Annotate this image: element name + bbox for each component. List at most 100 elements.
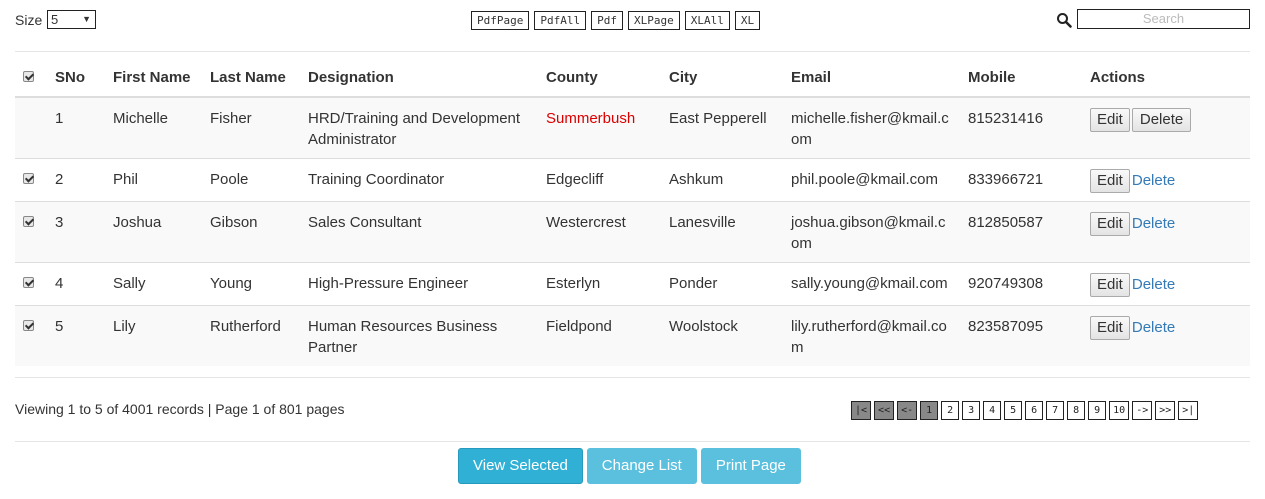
pager-next-block-button[interactable]: >> [1155, 401, 1176, 420]
chevron-down-icon: ▼ [82, 14, 91, 24]
edit-button[interactable]: Edit [1090, 169, 1130, 193]
table-row: 1 Michelle Fisher HRD/Training and Developm… [15, 96, 1250, 159]
size-label: Size [15, 12, 43, 28]
cell-last-name: Gibson [202, 201, 300, 263]
footer-divider [15, 441, 1250, 442]
cell-email: michelle.fisher@kmail.com [783, 96, 960, 159]
row-select-cell [15, 96, 47, 159]
table-header-row: SNo First Name Last Name Designation Cou… [15, 59, 1250, 98]
delete-link[interactable]: Delete [1132, 215, 1175, 232]
cell-designation: HRD/Training and Development Administrat… [300, 96, 538, 159]
pager-first-button[interactable]: |< [851, 401, 872, 420]
pager-last-button[interactable]: >| [1178, 401, 1199, 420]
pager-page-3[interactable]: 3 [962, 401, 981, 420]
cell-actions: Edit Delete [1082, 262, 1250, 306]
pager-prev-button[interactable]: <- [897, 401, 918, 420]
export-pdfpage-button[interactable]: PdfPage [471, 11, 530, 30]
table-row: 3 Joshua Gibson Sales Consultant Westercrest… [15, 201, 1250, 263]
export-xlpage-button[interactable]: XLPage [627, 11, 680, 30]
search-icon[interactable] [1056, 12, 1072, 28]
print-page-button[interactable]: Print Page [700, 448, 801, 484]
header-designation[interactable]: Designation [300, 59, 538, 98]
records-status: Viewing 1 to 5 of 4001 records | Page 1 … [15, 401, 345, 417]
pager-next-button[interactable]: -> [1132, 401, 1153, 420]
header-county[interactable]: County [538, 59, 661, 98]
cell-mobile: 833966721 [960, 158, 1082, 202]
cell-county: Edgecliff [538, 158, 661, 202]
pager-page-7[interactable]: 7 [1046, 401, 1065, 420]
row-select-cell [15, 305, 47, 366]
cell-county: Westercrest [538, 201, 661, 263]
row-checkbox[interactable] [23, 320, 34, 331]
export-pdfall-button[interactable]: PdfAll [534, 11, 587, 30]
cell-mobile: 920749308 [960, 262, 1082, 306]
delete-link[interactable]: Delete [1132, 319, 1175, 336]
edit-button[interactable]: Edit [1090, 273, 1130, 297]
change-list-button[interactable]: Change List [586, 448, 697, 484]
pager-page-4[interactable]: 4 [983, 401, 1002, 420]
row-select-cell [15, 201, 47, 263]
row-checkbox[interactable] [23, 173, 34, 184]
header-actions: Actions [1082, 59, 1250, 98]
cell-mobile: 823587095 [960, 305, 1082, 366]
header-email[interactable]: Email [783, 59, 960, 98]
pager-page-1[interactable]: 1 [920, 401, 939, 420]
export-xl-button[interactable]: XL [734, 11, 761, 30]
export-xlall-button[interactable]: XLAll [684, 11, 730, 30]
table-row: 5 Lily Rutherford Human Resources Business … [15, 305, 1250, 366]
cell-email: lily.rutherford@kmail.com [783, 305, 960, 366]
row-checkbox[interactable] [23, 277, 34, 288]
cell-sno: 5 [47, 305, 105, 366]
cell-first-name: Joshua [105, 201, 202, 263]
edit-button[interactable]: Edit [1090, 108, 1130, 132]
header-sno[interactable]: SNo [47, 59, 105, 98]
pager-page-10[interactable]: 10 [1109, 401, 1130, 420]
row-checkbox[interactable] [23, 216, 34, 227]
cell-first-name: Lily [105, 305, 202, 366]
cell-first-name: Sally [105, 262, 202, 306]
search-input[interactable]: Search [1077, 9, 1250, 29]
cell-designation: Training Coordinator [300, 158, 538, 202]
pager-page-8[interactable]: 8 [1067, 401, 1086, 420]
cell-mobile: 812850587 [960, 201, 1082, 263]
header-mobile[interactable]: Mobile [960, 59, 1082, 98]
pager-page-2[interactable]: 2 [941, 401, 960, 420]
cell-designation: High-Pressure Engineer [300, 262, 538, 306]
edit-button[interactable]: Edit [1090, 316, 1130, 340]
pager-page-5[interactable]: 5 [1004, 401, 1023, 420]
cell-sno: 2 [47, 158, 105, 202]
delete-link[interactable]: Delete [1132, 172, 1175, 189]
cell-sno: 1 [47, 96, 105, 159]
edit-button[interactable]: Edit [1090, 212, 1130, 236]
cell-first-name: Michelle [105, 96, 202, 159]
cell-sno: 3 [47, 201, 105, 263]
cell-mobile: 815231416 [960, 96, 1082, 159]
cell-actions: Edit Delete [1082, 96, 1250, 159]
action-buttons: View Selected Change List Print Page [458, 448, 801, 484]
top-divider [15, 51, 1250, 52]
export-pdf-button[interactable]: Pdf [591, 11, 623, 30]
cell-last-name: Young [202, 262, 300, 306]
table-bottom-divider [15, 377, 1250, 378]
pager-prev-block-button[interactable]: << [874, 401, 895, 420]
data-table: SNo First Name Last Name Designation Cou… [15, 59, 1250, 366]
cell-city: Ashkum [661, 158, 783, 202]
cell-designation: Sales Consultant [300, 201, 538, 263]
cell-email: joshua.gibson@kmail.com [783, 201, 960, 263]
cell-last-name: Rutherford [202, 305, 300, 366]
cell-last-name: Fisher [202, 96, 300, 159]
row-select-cell [15, 262, 47, 306]
header-last-name[interactable]: Last Name [202, 59, 300, 98]
cell-city: Woolstock [661, 305, 783, 366]
toolbar: Size 5 ▼ PdfPage PdfAll Pdf XLPage XLAll… [15, 9, 1250, 32]
header-city[interactable]: City [661, 59, 783, 98]
page-size-select[interactable]: 5 ▼ [47, 10, 96, 29]
pager-page-6[interactable]: 6 [1025, 401, 1044, 420]
header-first-name[interactable]: First Name [105, 59, 202, 98]
delete-button[interactable]: Delete [1131, 108, 1192, 132]
delete-link[interactable]: Delete [1132, 276, 1175, 293]
pager-page-9[interactable]: 9 [1088, 401, 1107, 420]
cell-email: phil.poole@kmail.com [783, 158, 960, 202]
select-all-checkbox[interactable] [23, 71, 34, 82]
view-selected-button[interactable]: View Selected [458, 448, 583, 484]
